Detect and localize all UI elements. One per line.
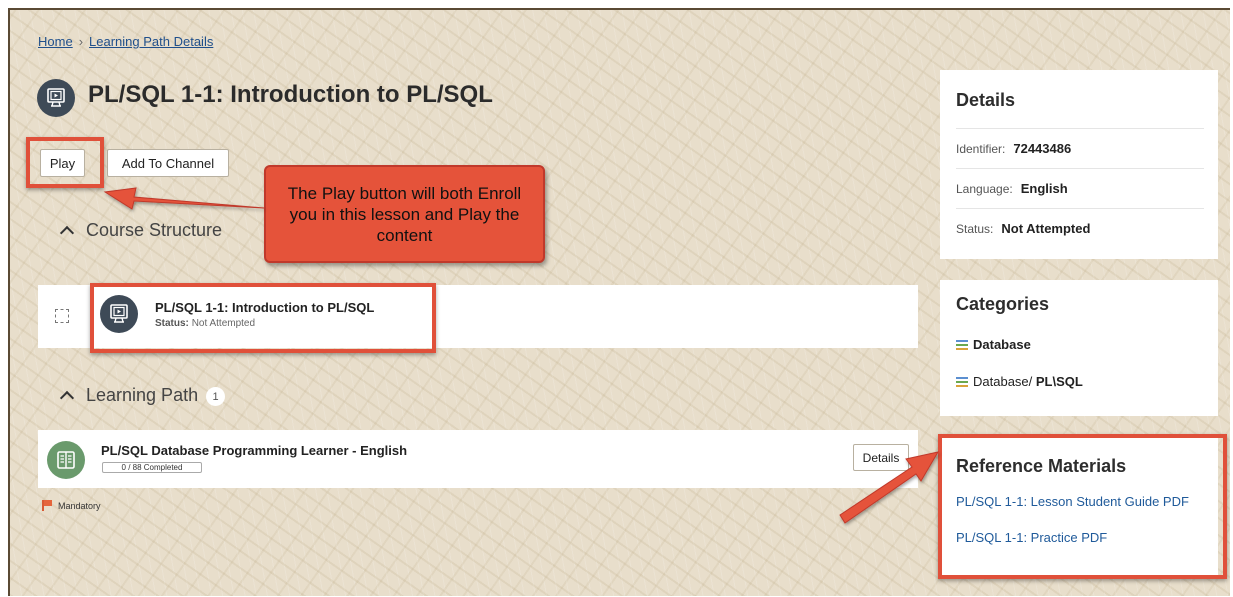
book-icon — [47, 441, 85, 479]
details-panel: Details Identifier: 72443486 Language: Eng… — [940, 70, 1218, 259]
category-name: Database — [973, 337, 1031, 352]
categories-panel-title: Categories — [956, 294, 1050, 314]
language-row: Language: English — [956, 168, 1204, 208]
callout-text: The Play button will both Enroll you in … — [287, 183, 522, 245]
learning-path-title[interactable]: PL/SQL Database Programming Learner - En… — [101, 443, 407, 458]
reference-link-practice[interactable]: PL/SQL 1-1: Practice PDF — [956, 530, 1107, 545]
breadcrumb-home-link[interactable]: Home — [38, 34, 73, 49]
course-structure-heading: Course Structure — [86, 220, 223, 240]
reference-materials-panel: Reference Materials PL/SQL 1-1: Lesson S… — [940, 438, 1218, 576]
reference-materials-title: Reference Materials — [956, 456, 1127, 476]
play-button[interactable]: Play — [40, 149, 85, 177]
course-item-title[interactable]: PL/SQL 1-1: Introduction to PL/SQL — [155, 300, 374, 315]
language-value: English — [1020, 181, 1068, 196]
status-label: Status: — [956, 222, 994, 236]
course-status-label: Status: — [155, 318, 189, 329]
course-item-status: Status: Not Attempted — [155, 318, 255, 329]
mandatory-label: Mandatory — [58, 500, 101, 511]
language-label: Language: — [956, 182, 1013, 196]
category-prefix: Database/ — [973, 374, 1036, 389]
details-panel-title: Details — [956, 90, 1016, 110]
course-status-value: Not Attempted — [191, 318, 256, 329]
breadcrumb: Home › Learning Path Details — [38, 34, 213, 49]
chevron-up-icon — [59, 390, 75, 406]
course-structure-toggle[interactable]: Course Structure — [59, 220, 223, 241]
identifier-value: 72443486 — [1013, 141, 1072, 156]
learning-path-heading: Learning Path — [86, 385, 199, 405]
flag-icon — [42, 500, 52, 511]
monitor-play-icon — [37, 79, 75, 117]
category-stack-icon — [956, 376, 968, 387]
completion-checkbox-icon — [55, 309, 69, 323]
breadcrumb-separator: › — [78, 34, 84, 49]
arrow-to-play-button — [103, 187, 265, 210]
course-structure-item[interactable]: PL/SQL 1-1: Introduction to PL/SQL Statu… — [38, 285, 918, 348]
category-item-database[interactable]: Database — [956, 337, 1031, 352]
status-value: Not Attempted — [1001, 221, 1091, 236]
add-to-channel-button[interactable]: Add To Channel — [107, 149, 229, 177]
learning-path-item[interactable]: PL/SQL Database Programming Learner - En… — [38, 430, 918, 488]
category-stack-icon — [956, 339, 968, 350]
learning-path-details-button[interactable]: Details — [853, 444, 909, 471]
page-title: PL/SQL 1-1: Introduction to PL/SQL — [88, 81, 493, 108]
identifier-label: Identifier: — [956, 142, 1006, 156]
learning-path-toggle[interactable]: Learning Path 1 — [59, 385, 226, 406]
identifier-row: Identifier: 72443486 — [956, 128, 1204, 168]
chevron-up-icon — [59, 225, 75, 241]
breadcrumb-learning-path-link[interactable]: Learning Path Details — [89, 34, 213, 49]
monitor-play-icon — [100, 295, 138, 333]
category-name: PL\SQL — [1035, 374, 1083, 389]
mandatory-tag: Mandatory — [42, 500, 101, 511]
reference-link-student-guide[interactable]: PL/SQL 1-1: Lesson Student Guide PDF — [956, 494, 1189, 509]
learning-path-progress: 0 / 88 Completed — [102, 462, 202, 473]
play-button-callout: The Play button will both Enroll you in … — [264, 165, 545, 263]
status-row: Status: Not Attempted — [956, 208, 1204, 248]
learning-path-count-badge: 1 — [206, 387, 226, 406]
page-background: Home › Learning Path Details PL/SQL 1-1: I… — [8, 8, 1230, 596]
category-item-plsql[interactable]: Database/ PL\SQL — [956, 374, 1083, 389]
categories-panel: Categories Database Database/ PL\SQL — [940, 280, 1218, 416]
